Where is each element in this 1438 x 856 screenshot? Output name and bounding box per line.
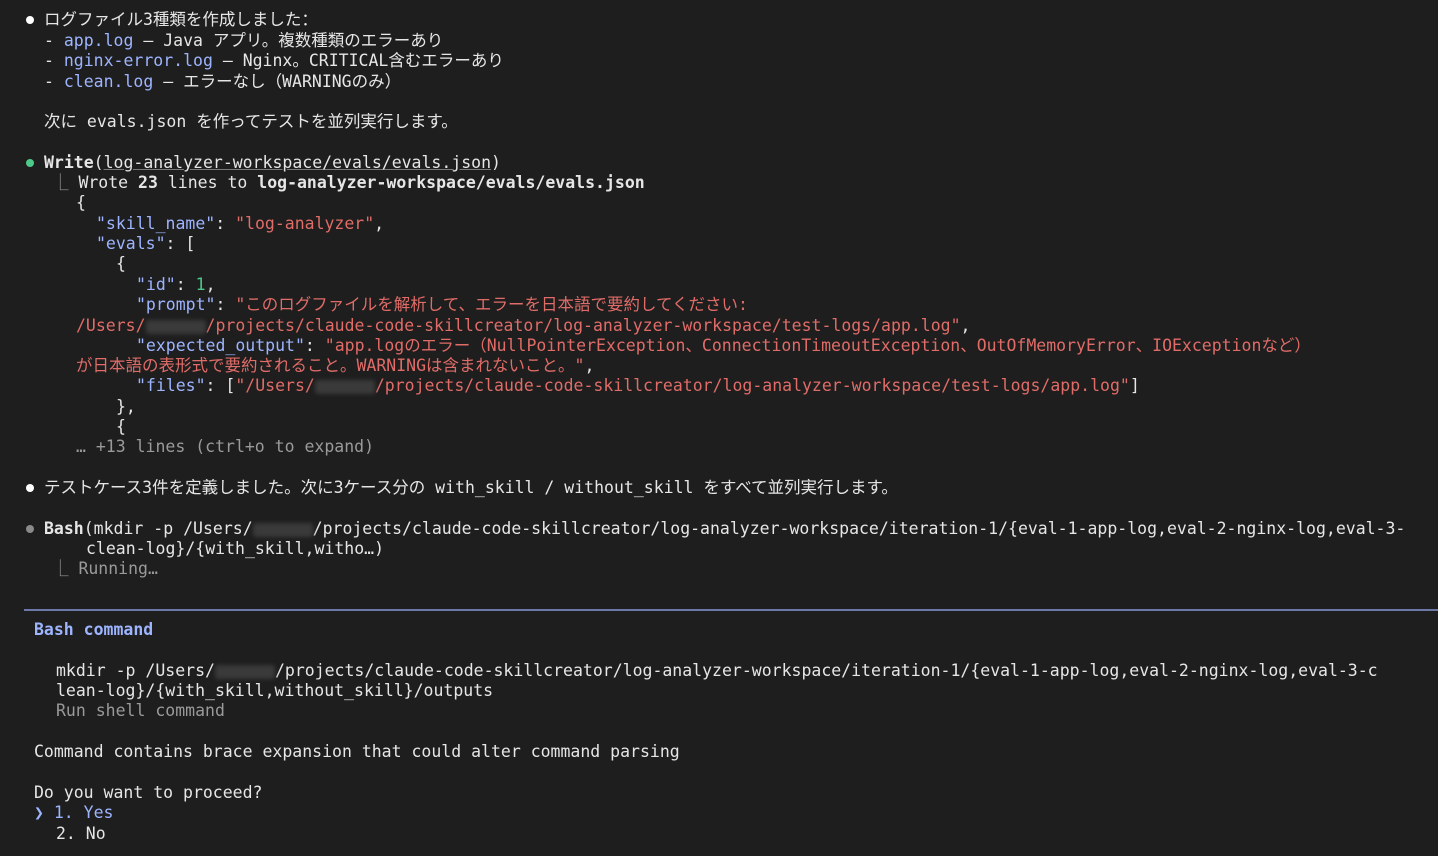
json-brace: { bbox=[76, 193, 86, 212]
line-count: 23 bbox=[138, 173, 158, 192]
file-item-nginx: - nginx-error.log — Nginx。CRITICAL含むエラーあ… bbox=[44, 51, 504, 70]
json-line-expected-cont: が日本語の表形式で要約されること。WARNINGは含まれないこと。", bbox=[76, 356, 595, 375]
result-path: log-analyzer-workspace/evals/evals.json bbox=[257, 173, 645, 192]
file-name: nginx-error.log bbox=[63, 51, 213, 70]
expand-hint[interactable]: … +13 lines (ctrl+o to expand) bbox=[76, 437, 374, 457]
file-desc: — Java アプリ。複数種類のエラーあり bbox=[133, 31, 444, 50]
warning-text: Command contains brace expansion that co… bbox=[34, 742, 680, 761]
tool-name: Bash bbox=[44, 519, 84, 538]
command-description: Run shell command bbox=[56, 701, 225, 720]
write-result: ⎿ Wrote 23 lines to log-analyzer-workspa… bbox=[52, 173, 645, 192]
json-line-prompt: "prompt": "このログファイルを解析して、エラーを日本語で要約してくださ… bbox=[136, 295, 748, 314]
summary-next: 次に evals.json を作ってテストを並列実行します。 bbox=[44, 112, 458, 131]
json-line-expected: "expected_output": "app.logのエラー（NullPoin… bbox=[136, 336, 1311, 355]
bash-status: ⎿ Running… bbox=[52, 559, 158, 578]
file-name: app.log bbox=[63, 31, 134, 50]
proceed-question: Do you want to proceed? bbox=[34, 783, 263, 802]
pending-dot-icon bbox=[26, 525, 34, 533]
status-dot-icon bbox=[26, 159, 34, 167]
redacted-username bbox=[252, 522, 313, 537]
message-bullet-icon bbox=[26, 16, 34, 24]
json-line-prompt-cont: /Users//projects/claude-code-skillcreato… bbox=[76, 316, 971, 335]
tool-name: Write bbox=[44, 153, 94, 172]
json-brace: { bbox=[116, 254, 126, 273]
option-label: 2. No bbox=[56, 824, 106, 843]
option-yes[interactable]: ❯ 1. Yes bbox=[34, 803, 113, 823]
terminal-window: ログファイル3種類を作成しました： - app.log — Java アプリ。複… bbox=[0, 0, 1438, 856]
selection-pointer-icon: ❯ bbox=[34, 803, 44, 822]
message-bullet-icon bbox=[26, 484, 34, 492]
tree-branch-icon: ⎿ bbox=[52, 559, 79, 578]
command-line-2: lean-log}/{with_skill,without_skill}/out… bbox=[56, 681, 494, 700]
redacted-username bbox=[314, 379, 375, 394]
file-desc: — エラーなし（WARNINGのみ） bbox=[153, 72, 402, 91]
json-brace: }, bbox=[116, 397, 136, 416]
write-path: log-analyzer-workspace/evals/evals.json bbox=[103, 153, 492, 172]
command-line-1: mkdir -p /Users//projects/claude-code-sk… bbox=[56, 661, 1378, 680]
json-line-skill-name: "skill_name": "log-analyzer", bbox=[96, 214, 385, 233]
option-no[interactable]: 2. No bbox=[56, 824, 106, 844]
prompt-heading: Bash command bbox=[34, 620, 154, 639]
json-line-files: "files": ["/Users//projects/claude-code-… bbox=[136, 376, 1140, 395]
tree-branch-icon: ⎿ bbox=[52, 173, 79, 192]
bash-call-cont: clean-log}/{with_skill,witho…) bbox=[86, 539, 385, 558]
file-name: clean.log bbox=[63, 72, 154, 91]
redacted-username bbox=[145, 319, 206, 334]
tests-message: テストケース3件を定義しました。次に3ケース分の with_skill / wi… bbox=[44, 478, 898, 497]
file-desc: — Nginx。CRITICAL含むエラーあり bbox=[212, 51, 504, 70]
file-item-clean: - clean.log — エラーなし（WARNINGのみ） bbox=[44, 72, 402, 91]
json-line-evals: "evals": [ bbox=[96, 234, 196, 253]
write-call: Write(log-analyzer-workspace/evals/evals… bbox=[44, 153, 501, 172]
file-item-app: - app.log — Java アプリ。複数種類のエラーあり bbox=[44, 31, 444, 50]
json-brace: { bbox=[116, 417, 126, 436]
json-line-id: "id": 1, bbox=[136, 275, 216, 294]
option-label: 1. Yes bbox=[53, 803, 114, 822]
prompt-divider bbox=[24, 609, 1438, 611]
bash-call: Bash(mkdir -p /Users//projects/claude-co… bbox=[44, 519, 1406, 538]
summary-title: ログファイル3種類を作成しました： bbox=[44, 10, 318, 29]
redacted-username bbox=[214, 664, 275, 679]
